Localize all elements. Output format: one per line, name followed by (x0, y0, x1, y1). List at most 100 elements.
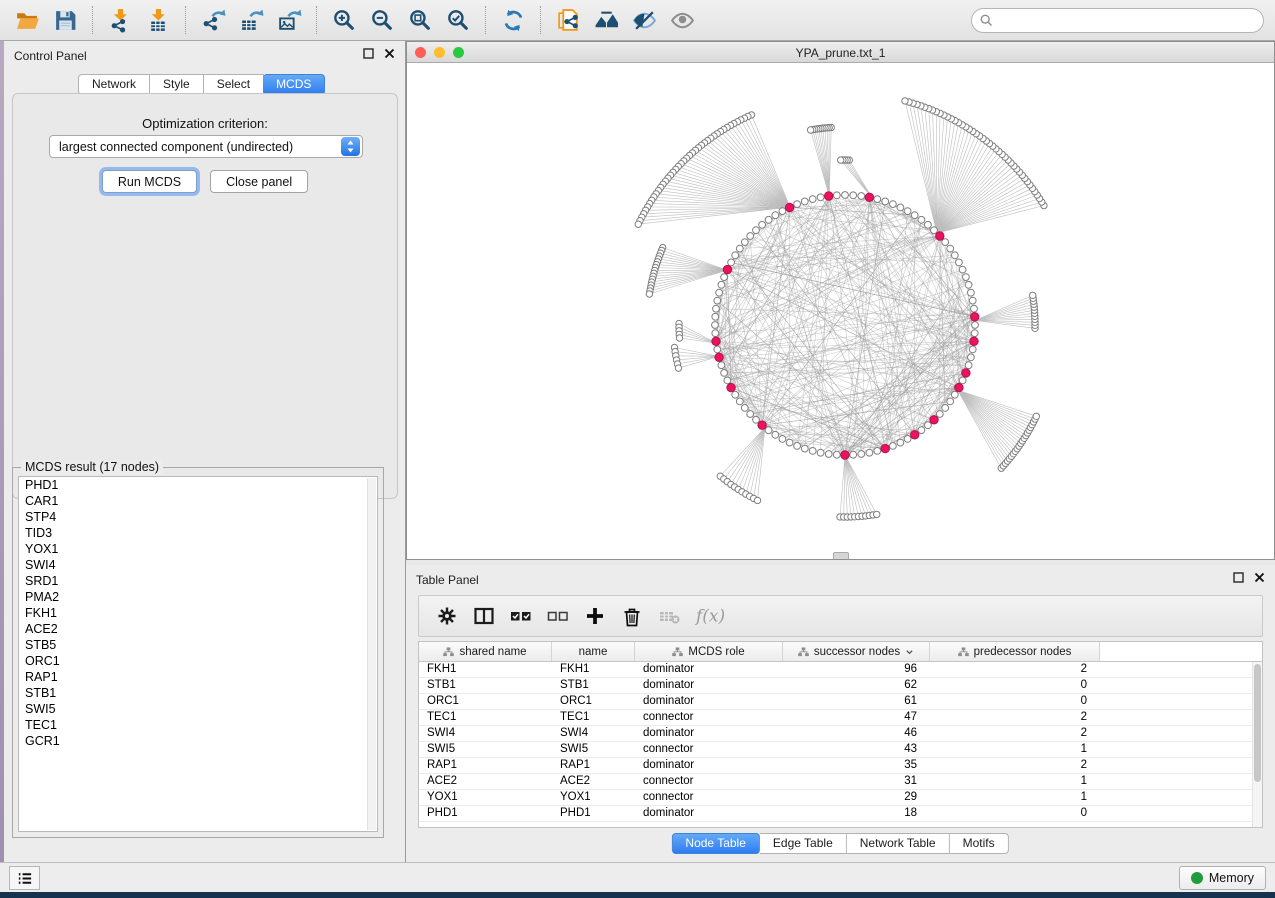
node-table-body: FKH1FKH1dominator962STB1STB1dominator620… (419, 662, 1262, 822)
mcds-result-group: MCDS result (17 nodes) PHD1CAR1STP4TID3Y… (12, 467, 384, 838)
hide-view-button[interactable] (625, 4, 663, 36)
refresh-view-button[interactable] (494, 4, 532, 36)
column-header-MCDS-role[interactable]: MCDS role (635, 642, 783, 661)
criterion-dropdown[interactable]: largest connected component (undirected) (49, 135, 363, 158)
table-cell: YOX1 (419, 790, 552, 805)
network-graph[interactable] (407, 63, 1274, 559)
table-row[interactable]: SWI4SWI4dominator462 (419, 726, 1262, 742)
select-all-checkboxes-button[interactable] (510, 603, 532, 629)
tab-network-table[interactable]: Network Table (847, 833, 950, 854)
network-from-document-button[interactable] (549, 4, 587, 36)
show-columns-icon (473, 605, 495, 627)
mcds-result-item[interactable]: STP4 (19, 509, 377, 525)
zoom-in-button[interactable] (325, 4, 363, 36)
table-cell: dominator (635, 694, 783, 709)
table-cell: PHD1 (419, 806, 552, 821)
memory-button[interactable]: Memory (1179, 866, 1266, 890)
mcds-result-item[interactable]: GCR1 (19, 733, 377, 749)
toolbar-separator (316, 6, 317, 34)
attribute-icon (443, 647, 454, 657)
table-cell: 2 (930, 726, 1100, 741)
table-row[interactable]: SWI5SWI5connector431 (419, 742, 1262, 758)
splitter-handle[interactable] (833, 552, 849, 559)
tab-style[interactable]: Style (150, 74, 204, 95)
zoom-fit-button[interactable] (401, 4, 439, 36)
deselect-all-checkboxes-button[interactable] (547, 603, 569, 629)
close-panel-icon[interactable] (1254, 572, 1265, 583)
mcds-result-item[interactable]: SRD1 (19, 573, 377, 589)
show-view-button[interactable] (663, 4, 701, 36)
table-cell: dominator (635, 678, 783, 693)
mcds-list-scrollbar[interactable] (367, 478, 376, 830)
table-options-gear-button[interactable] (436, 603, 458, 629)
mcds-result-item[interactable]: STB1 (19, 685, 377, 701)
open-file-button[interactable] (8, 4, 46, 36)
table-row[interactable]: FKH1FKH1dominator962 (419, 662, 1262, 678)
float-window-icon[interactable] (1233, 572, 1244, 583)
run-mcds-button[interactable]: Run MCDS (102, 170, 197, 193)
save-session-button[interactable] (46, 4, 84, 36)
column-header-name[interactable]: name (552, 642, 635, 661)
table-row[interactable]: ACE2ACE2connector311 (419, 774, 1262, 790)
node-table: shared namenameMCDS rolesuccessor nodesp… (418, 641, 1263, 828)
export-image-button[interactable] (270, 4, 308, 36)
search-field[interactable] (971, 8, 1264, 33)
mcds-result-item[interactable]: ORC1 (19, 653, 377, 669)
import-network-button[interactable] (101, 4, 139, 36)
table-cell: YOX1 (552, 790, 635, 805)
tab-node-table[interactable]: Node Table (671, 833, 760, 854)
float-window-icon[interactable] (363, 48, 374, 59)
mcds-result-item[interactable]: CAR1 (19, 493, 377, 509)
zoom-out-button[interactable] (363, 4, 401, 36)
table-cell: 29 (783, 790, 930, 805)
table-row[interactable]: TEC1TEC1connector472 (419, 710, 1262, 726)
table-scrollbar-thumb[interactable] (1254, 664, 1261, 782)
tab-select[interactable]: Select (204, 74, 264, 95)
network-canvas[interactable] (407, 63, 1274, 559)
mcds-result-item[interactable]: STB5 (19, 637, 377, 653)
mcds-result-item[interactable]: ACE2 (19, 621, 377, 637)
table-cell: dominator (635, 806, 783, 821)
show-columns-button[interactable] (473, 603, 495, 629)
table-row[interactable]: PHD1PHD1dominator180 (419, 806, 1262, 822)
search-input[interactable] (993, 11, 1263, 31)
close-panel-icon[interactable] (384, 48, 395, 59)
mcds-result-item[interactable]: RAP1 (19, 669, 377, 685)
table-row[interactable]: YOX1YOX1connector291 (419, 790, 1262, 806)
delete-row-button[interactable] (621, 603, 643, 629)
tab-network[interactable]: Network (78, 74, 150, 95)
column-header-shared-name[interactable]: shared name (419, 642, 552, 661)
column-header-predecessor-nodes[interactable]: predecessor nodes (930, 642, 1100, 661)
mcds-result-item[interactable]: PHD1 (19, 477, 377, 493)
mcds-result-item[interactable]: YOX1 (19, 541, 377, 557)
close-panel-button[interactable]: Close panel (210, 170, 308, 193)
tab-mcds[interactable]: MCDS (263, 74, 325, 95)
zoom-in-icon (332, 8, 357, 33)
task-history-button[interactable] (9, 866, 40, 890)
mcds-result-item[interactable]: SWI4 (19, 557, 377, 573)
table-row[interactable]: RAP1RAP1dominator352 (419, 758, 1262, 774)
export-network-button[interactable] (194, 4, 232, 36)
import-table-button[interactable] (139, 4, 177, 36)
mcds-result-item[interactable]: TEC1 (19, 717, 377, 733)
export-table-button[interactable] (232, 4, 270, 36)
table-scrollbar[interactable] (1252, 662, 1262, 827)
add-row-button[interactable] (584, 603, 606, 629)
search-network-button[interactable] (587, 4, 625, 36)
mcds-result-item[interactable]: TID3 (19, 525, 377, 541)
function-builder-disabled-icon: f(x) (695, 605, 729, 627)
mcds-result-item[interactable]: SWI5 (19, 701, 377, 717)
zoom-selected-button[interactable] (439, 4, 477, 36)
table-cell: 0 (930, 694, 1100, 709)
mcds-result-item[interactable]: FKH1 (19, 605, 377, 621)
mcds-result-item[interactable]: PMA2 (19, 589, 377, 605)
toolbar-separator (185, 6, 186, 34)
network-window-titlebar[interactable]: YPA_prune.txt_1 (407, 42, 1274, 63)
mcds-result-list[interactable]: PHD1CAR1STP4TID3YOX1SWI4SRD1PMA2FKH1ACE2… (18, 476, 378, 832)
table-cell: connector (635, 742, 783, 757)
table-row[interactable]: ORC1ORC1dominator610 (419, 694, 1262, 710)
tab-edge-table[interactable]: Edge Table (760, 833, 847, 854)
tab-motifs[interactable]: Motifs (950, 833, 1009, 854)
table-row[interactable]: STB1STB1dominator620 (419, 678, 1262, 694)
column-header-successor-nodes[interactable]: successor nodes (783, 642, 930, 661)
